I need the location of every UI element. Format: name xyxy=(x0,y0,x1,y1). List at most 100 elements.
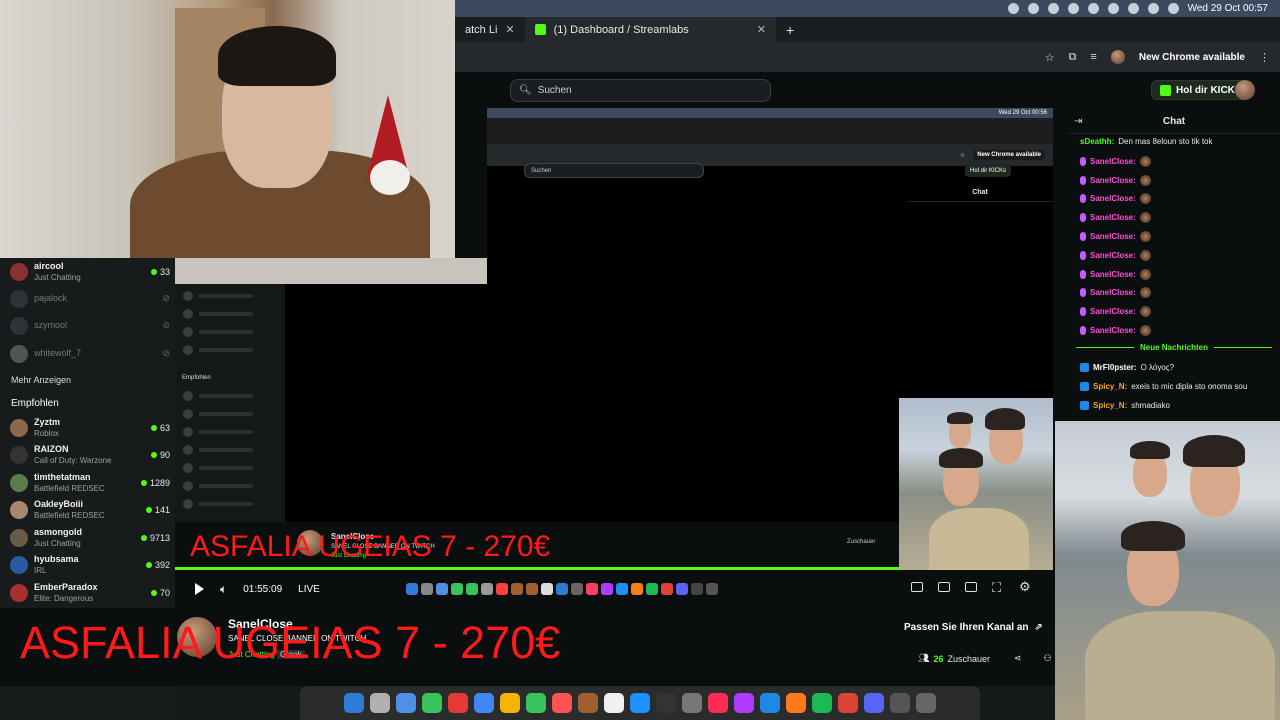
chat-message[interactable]: sDeathh: Den mas 8eloun sto tik tok xyxy=(1080,137,1213,146)
chat-username[interactable]: MrFl0pster: xyxy=(1093,363,1137,372)
chat-message[interactable]: SanelClose: xyxy=(1080,306,1151,318)
sidebar-recommended-channel[interactable]: RAIZON Call of Duty: Warzone 90 xyxy=(10,442,170,469)
sidebar-recommended-channel[interactable]: OakleyBoiii Battlefield REDSEC 141 xyxy=(10,497,170,524)
new-tab-button[interactable]: + xyxy=(776,17,804,42)
chat-message[interactable]: SanelClose: xyxy=(1080,325,1151,336)
menu-dots-icon[interactable]: ⋮ xyxy=(1259,51,1270,64)
share-icon[interactable]: ⋖ xyxy=(1014,653,1022,664)
dock-app-icon[interactable] xyxy=(760,693,780,713)
sidebar-recommended-channel[interactable]: timthetatman Battlefield REDSEC 1289 xyxy=(10,469,170,496)
chat-username[interactable]: SanelClose: xyxy=(1090,213,1136,222)
sidebar-channel-whitewolf[interactable]: whitewolf_7 ⊘ xyxy=(10,340,170,367)
chat-message[interactable]: SanelClose: xyxy=(1080,231,1151,242)
dock-app-icon[interactable] xyxy=(526,693,546,713)
dock-app-icon[interactable] xyxy=(370,693,390,713)
reading-list-icon[interactable]: ≡ xyxy=(1090,51,1096,63)
skeleton-row xyxy=(183,481,253,491)
follow-user-icon[interactable]: ⚇ xyxy=(1044,653,1052,664)
chat-message[interactable]: Spicy_N: shmadiako xyxy=(1080,401,1170,410)
star-icon[interactable]: ☆ xyxy=(1045,51,1055,64)
chat-username[interactable]: SanelClose: xyxy=(1090,288,1136,297)
sidebar-recommended-channel[interactable]: EmberParadox Elite: Dangerous 70 xyxy=(10,579,170,606)
customize-channel-button[interactable]: Passen Sie Ihren Kanal an ⇗ xyxy=(898,617,1049,637)
sidebar-channel-aircool[interactable]: aircool Just Chatting 33 xyxy=(10,258,170,285)
chat-message[interactable]: SanelClose: xyxy=(1080,174,1151,186)
tab-streamlabs-dashboard[interactable]: (1) Dashboard / Streamlabs ✕ xyxy=(524,17,776,42)
control-center-icon[interactable] xyxy=(1167,3,1179,14)
dock-app-icon[interactable] xyxy=(422,693,442,713)
chat-message[interactable]: SanelClose: xyxy=(1080,193,1151,205)
chat-username[interactable]: SanelClose: xyxy=(1090,251,1136,260)
dock-app-icon[interactable] xyxy=(474,693,494,713)
dock-app-icon[interactable] xyxy=(786,693,806,713)
dock-app-icon[interactable] xyxy=(500,693,520,713)
bluetooth-icon[interactable] xyxy=(1087,3,1099,14)
theater-mode-icon[interactable] xyxy=(965,582,977,592)
status-icon[interactable] xyxy=(1047,3,1059,14)
profile-avatar[interactable] xyxy=(1110,50,1125,64)
user-avatar[interactable] xyxy=(1235,80,1255,100)
menubar-datetime[interactable]: Wed 29 Oct 00:57 xyxy=(1188,3,1268,14)
chat-message[interactable]: SanelClose: xyxy=(1080,155,1151,167)
settings-gear-icon[interactable]: ⚙ xyxy=(1019,579,1031,595)
status-icon[interactable] xyxy=(1067,3,1079,14)
dock-app-icon[interactable] xyxy=(682,693,702,713)
dock-app-icon[interactable] xyxy=(916,693,936,713)
volume-icon[interactable] xyxy=(1107,3,1119,14)
sidebar-channel-szymool[interactable]: szymool ⊘ xyxy=(10,312,170,339)
pip-icon[interactable] xyxy=(911,582,923,592)
close-icon[interactable]: ✕ xyxy=(757,23,766,36)
chat-message[interactable]: SanelClose: xyxy=(1080,268,1151,280)
search-input[interactable]: 🔍︎ Suchen xyxy=(510,79,771,102)
chat-message[interactable]: Spicy_N: exeis to mic dipla sto onoma sou xyxy=(1080,382,1247,391)
dock-app-icon[interactable] xyxy=(604,693,624,713)
chat-username[interactable]: Spicy_N: xyxy=(1093,401,1127,410)
chat-username[interactable]: SanelClose: xyxy=(1090,232,1136,241)
wifi-icon[interactable] xyxy=(1127,3,1139,14)
chat-message[interactable]: SanelClose: xyxy=(1080,287,1151,299)
new-chrome-available-button[interactable]: New Chrome available xyxy=(1139,52,1245,63)
dock-app-icon[interactable] xyxy=(396,693,416,713)
chat-username[interactable]: SanelClose: xyxy=(1090,270,1136,279)
chat-username[interactable]: sDeathh: xyxy=(1080,137,1114,146)
volume-icon[interactable]: 🔈︎ xyxy=(220,582,227,597)
dock-app-icon[interactable] xyxy=(708,693,728,713)
avatar xyxy=(10,316,28,335)
dock-app-icon[interactable] xyxy=(344,693,364,713)
dock-app-icon[interactable] xyxy=(864,693,884,713)
dock-app-icon[interactable] xyxy=(812,693,832,713)
dock-app-icon[interactable] xyxy=(448,693,468,713)
chat-username[interactable]: Spicy_N: xyxy=(1093,382,1127,391)
chat-username[interactable]: SanelClose: xyxy=(1090,157,1136,166)
sidebar-recommended-channel[interactable]: Zyztm Roblox 63 xyxy=(10,414,170,441)
chat-message[interactable]: SanelClose: xyxy=(1080,249,1151,261)
sidebar-recommended-channel[interactable]: hyubsama IRL 392 xyxy=(10,552,170,579)
dock-app-icon[interactable] xyxy=(552,693,572,713)
dock-app-icon[interactable] xyxy=(890,693,910,713)
collapse-chat-icon[interactable]: ⇥ xyxy=(1074,116,1082,127)
dock-app-icon[interactable] xyxy=(656,693,676,713)
status-icon[interactable] xyxy=(1007,3,1019,14)
play-icon[interactable] xyxy=(195,583,204,595)
dock-app-icon[interactable] xyxy=(838,693,858,713)
sidebar-recommended-channel[interactable]: asmongold Just Chatting 9713 xyxy=(10,524,170,551)
clip-icon[interactable] xyxy=(938,582,950,592)
viewer-count-label: Zuschauer xyxy=(947,653,990,664)
chat-message[interactable]: MrFl0pster: Ο λόγος? xyxy=(1080,363,1174,372)
chat-message[interactable]: SanelClose: xyxy=(1080,212,1151,224)
dock-app-icon[interactable] xyxy=(578,693,598,713)
search-icon[interactable] xyxy=(1147,3,1159,14)
dock-app-icon[interactable] xyxy=(734,693,754,713)
tab-watch[interactable]: atch Li ✕ xyxy=(455,17,525,42)
close-icon[interactable]: ✕ xyxy=(505,23,514,36)
dock-app-icon[interactable] xyxy=(630,693,650,713)
chat-username[interactable]: SanelClose: xyxy=(1090,307,1136,316)
show-more-link[interactable]: Mehr Anzeigen xyxy=(11,375,71,385)
status-icon[interactable] xyxy=(1027,3,1039,14)
chat-username[interactable]: SanelClose: xyxy=(1090,194,1136,203)
fullscreen-icon[interactable]: ⛶ xyxy=(992,580,1001,596)
sidebar-channel-pajalock[interactable]: pajalock ⊘ xyxy=(10,285,170,312)
chat-username[interactable]: SanelClose: xyxy=(1090,326,1136,335)
extensions-icon[interactable]: ⧉ xyxy=(1069,51,1077,64)
chat-username[interactable]: SanelClose: xyxy=(1090,176,1136,185)
